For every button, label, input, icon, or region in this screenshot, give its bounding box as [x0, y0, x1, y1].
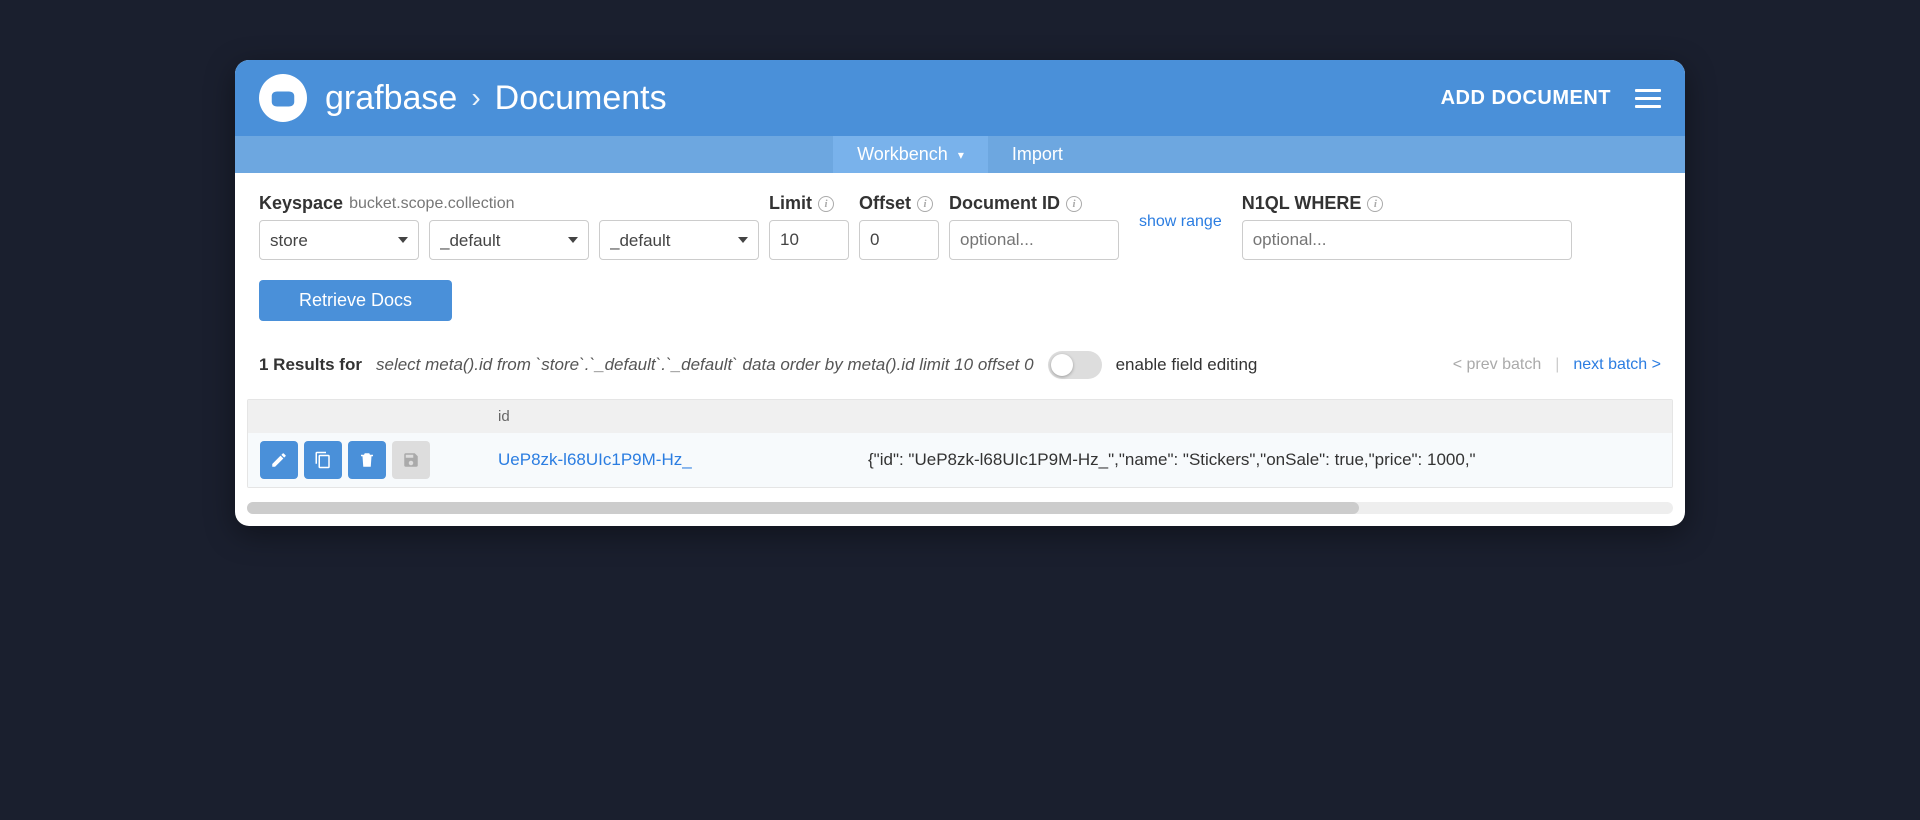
chevron-down-icon: ▾ [958, 148, 964, 162]
offset-label: Offseti [859, 193, 939, 214]
collection-select[interactable]: _default [599, 220, 759, 260]
header-bar: grafbase › Documents ADD DOCUMENT [235, 60, 1685, 136]
submenu-workbench[interactable]: Workbench ▾ [833, 136, 988, 173]
add-document-button[interactable]: ADD DOCUMENT [1441, 87, 1611, 110]
couchbase-logo [259, 74, 307, 122]
breadcrumb-separator-icon: › [471, 82, 480, 114]
info-icon[interactable]: i [1367, 196, 1383, 212]
hamburger-menu-icon[interactable] [1635, 89, 1661, 108]
copy-button[interactable] [304, 441, 342, 479]
row-json: {"id": "UeP8zk-l68UIc1P9M-Hz_","name": "… [868, 450, 1660, 470]
table-row: UeP8zk-l68UIc1P9M-Hz_ {"id": "UeP8zk-l68… [248, 433, 1672, 487]
limit-input[interactable] [769, 220, 849, 260]
where-input[interactable] [1242, 220, 1572, 260]
documents-panel: grafbase › Documents ADD DOCUMENT Workbe… [235, 60, 1685, 526]
bucket-select[interactable]: store [259, 220, 419, 260]
results-table: id UeP8zk-l68UIc1P9M-Hz_ {"id": "UeP8zk-… [247, 399, 1673, 488]
edit-button[interactable] [260, 441, 298, 479]
docid-input[interactable] [949, 220, 1119, 260]
keyspace-label: Keyspace bucket.scope.collection [259, 193, 759, 214]
limit-label: Limiti [769, 193, 849, 214]
batch-nav: < prev batch | next batch > [1453, 356, 1661, 374]
results-bar: 1 Results for select meta().id from `sto… [235, 341, 1685, 399]
info-icon[interactable]: i [1066, 196, 1082, 212]
col-id: id [498, 408, 510, 425]
offset-input[interactable] [859, 220, 939, 260]
breadcrumb-bucket[interactable]: grafbase [325, 79, 457, 118]
scope-select[interactable]: _default [429, 220, 589, 260]
toggle-label: enable field editing [1116, 355, 1258, 375]
retrieve-docs-button[interactable]: Retrieve Docs [259, 280, 452, 321]
submenu-bar: Workbench ▾ Import [235, 136, 1685, 173]
horizontal-scrollbar[interactable] [247, 502, 1673, 514]
results-count: 1 Results for [259, 355, 362, 375]
docid-label: Document IDi [949, 193, 1119, 214]
submenu-workbench-label: Workbench [857, 144, 948, 165]
table-header: id [248, 400, 1672, 433]
field-editing-toggle[interactable] [1048, 351, 1102, 379]
info-icon[interactable]: i [818, 196, 834, 212]
next-batch-button[interactable]: next batch > [1573, 356, 1661, 374]
info-icon[interactable]: i [917, 196, 933, 212]
filter-row: Keyspace bucket.scope.collection store _… [235, 173, 1685, 270]
row-id-link[interactable]: UeP8zk-l68UIc1P9M-Hz_ [498, 450, 868, 470]
where-label: N1QL WHEREi [1242, 193, 1572, 214]
breadcrumb-page: Documents [495, 79, 667, 118]
breadcrumb: grafbase › Documents [325, 79, 667, 118]
save-button [392, 441, 430, 479]
results-query: select meta().id from `store`.`_default`… [376, 355, 1034, 375]
delete-button[interactable] [348, 441, 386, 479]
show-range-link[interactable]: show range [1139, 213, 1222, 231]
prev-batch-button: < prev batch [1453, 356, 1542, 374]
submenu-import[interactable]: Import [988, 136, 1087, 173]
